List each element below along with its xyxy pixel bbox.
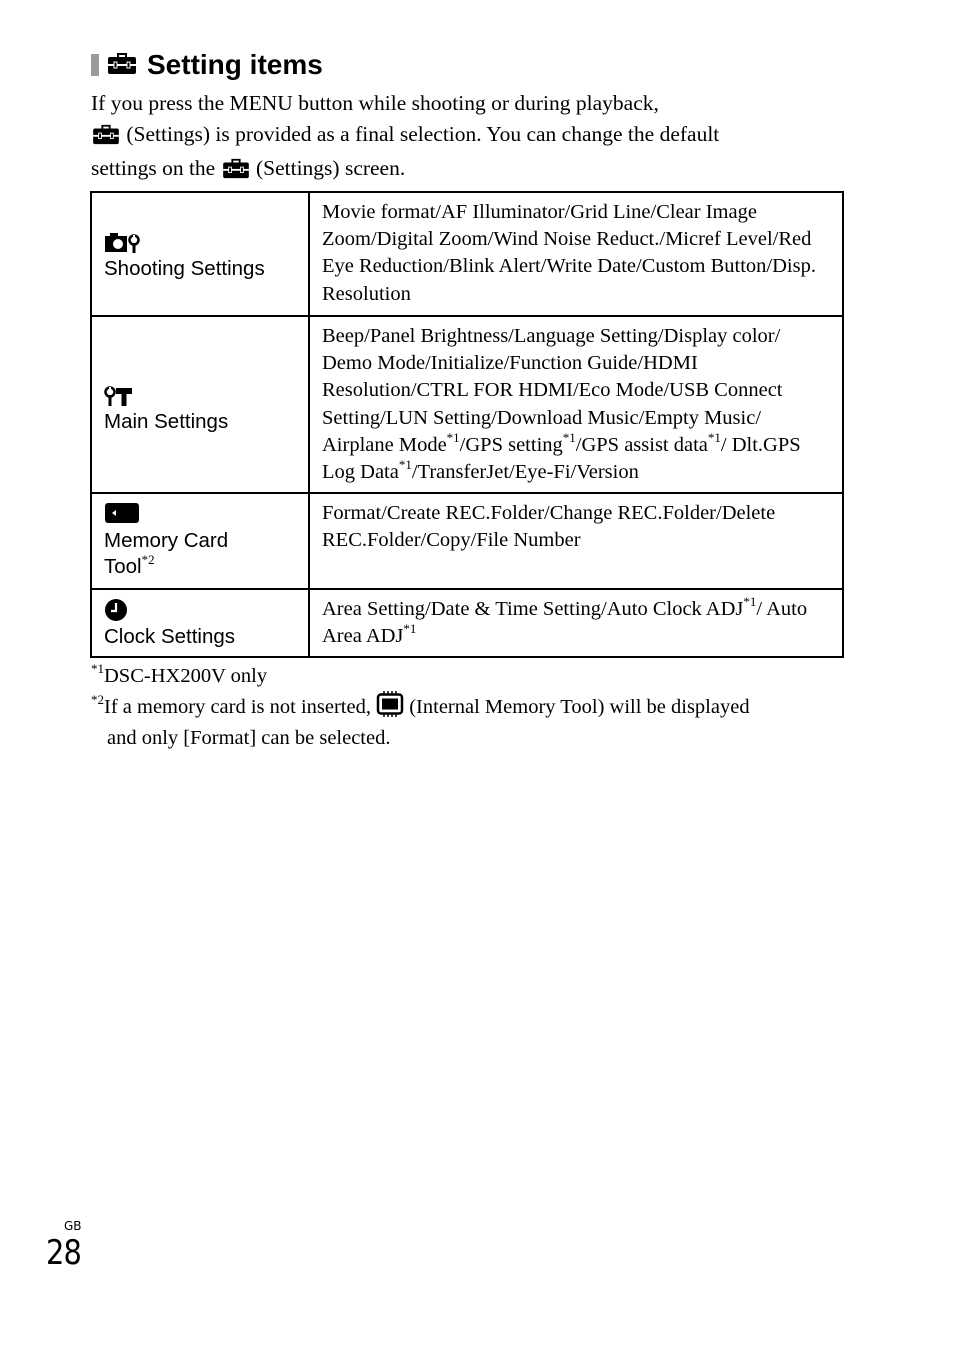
footnote-1: *1DSC-HX200V only [91,661,268,687]
memory-card-icon [104,502,308,528]
items-cell: Format/Create REC.Folder/Change REC.Fold… [308,492,844,590]
footnote-ref: *1 [562,429,576,445]
clock-icon [104,598,308,624]
category-label: Main Settings [104,409,229,433]
intro-paragraph: If you press the MENU button while shoot… [91,88,851,188]
footnote-ref: *1 [743,594,757,609]
heading-marker [91,54,99,76]
wrench-hammer-icon [104,385,308,409]
category-label-line-2: Tool*2 [104,552,155,578]
settings-table: Shooting Settings Movie format/AF Illumi… [90,191,844,658]
region-code: GB [64,1219,82,1233]
settings-toolbox-icon [221,157,251,188]
footnote-2-continued: and only [Format] can be selected. [107,727,391,749]
items-cell: Area Setting/Date & Time Setting/Auto Cl… [308,588,844,658]
table-row: Memory Card Tool*2 Format/Create REC.Fol… [90,492,844,590]
footnotes: *1DSC-HX200V only *2If a memory card is … [91,661,851,753]
category-cell: Clock Settings [90,588,310,658]
category-cell: Main Settings [90,315,310,494]
intro-line-2: (Settings) is provided as a final select… [91,119,851,154]
footnote-ref: *1 [446,429,460,445]
section-title: Setting items [147,49,323,80]
toolbox-icon [107,51,137,80]
section-heading: Setting items [91,46,323,84]
table-row: Clock Settings Area Setting/Date & Time … [90,588,844,658]
category-cell: Shooting Settings [90,191,310,317]
page-number-value: 28 [46,1233,82,1273]
footnote-ref: *1 [403,621,417,637]
category-label: Shooting Settings [104,257,265,280]
internal-memory-icon [376,690,404,726]
footnote-ref: *2 [141,552,155,567]
footnote-ref: *1 [707,429,721,445]
settings-toolbox-icon [91,123,121,154]
category-cell: Memory Card Tool*2 [90,492,310,590]
intro-line-1: If you press the MENU button while shoot… [91,91,659,115]
category-label: Memory Card [104,529,229,552]
category-label: Clock Settings [104,625,236,648]
items-cell: Movie format/AF Illuminator/Grid Line/Cl… [308,191,844,317]
footnote-2: *2If a memory card is not inserted, (Int… [91,690,851,726]
items-cell: Beep/Panel Brightness/Language Setting/D… [308,315,844,494]
intro-line-3: settings on the (Settings) screen. [91,153,851,188]
table-row: Main Settings Beep/Panel Brightness/Lang… [90,315,844,494]
camera-wrench-icon [104,232,308,256]
footnote-ref: *1 [398,457,412,473]
table-row: Shooting Settings Movie format/AF Illumi… [90,191,844,317]
